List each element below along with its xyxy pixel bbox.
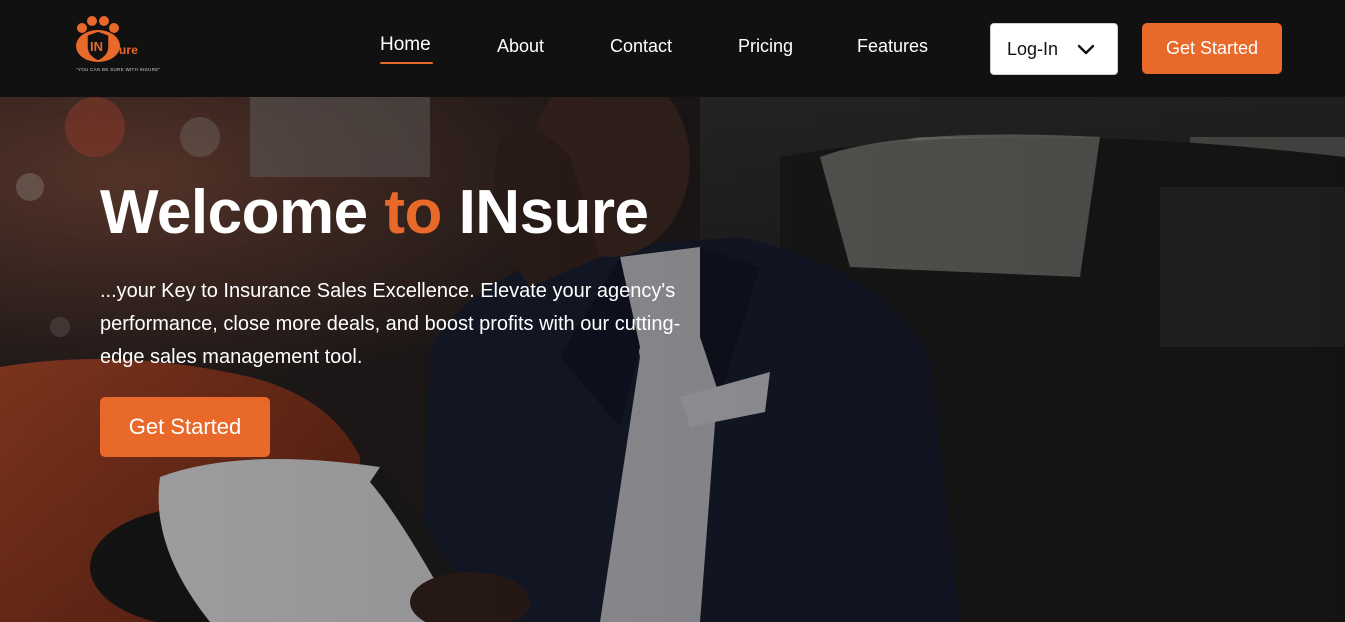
login-dropdown-value: Log-In	[1007, 39, 1059, 59]
nav-active-indicator	[380, 62, 433, 64]
chevron-down-icon	[1077, 44, 1095, 55]
nav-pricing[interactable]: Pricing	[738, 36, 793, 57]
hero-title-part1: Welcome	[100, 178, 368, 247]
nav-about[interactable]: About	[497, 36, 544, 57]
hero-description: ...your Key to Insurance Sales Excellenc…	[100, 280, 681, 368]
navbar: IN sure "YOU CAN BE SURE WITH INSURE" Ho…	[0, 0, 1345, 97]
hero-title-accent: to	[384, 178, 442, 247]
nav-contact[interactable]: Contact	[610, 36, 672, 57]
nav-home[interactable]: Home	[380, 34, 431, 56]
nav-features[interactable]: Features	[857, 36, 928, 57]
brand-logo[interactable]: IN sure "YOU CAN BE SURE WITH INSURE"	[74, 16, 164, 76]
logo-tagline: "YOU CAN BE SURE WITH INSURE"	[76, 67, 161, 72]
nav-get-started-button[interactable]: Get Started	[1142, 23, 1282, 74]
logo-text-sure: sure	[112, 43, 139, 57]
hero-section: Welcome to INsure ...your Key to Insuran…	[0, 97, 1345, 622]
svg-text:IN: IN	[90, 39, 103, 54]
hero-get-started-button[interactable]: Get Started	[100, 397, 270, 457]
hero-title-part2: INsure	[458, 178, 649, 247]
hero-title: Welcome to INsure	[100, 177, 649, 248]
login-dropdown[interactable]: Log-In	[990, 23, 1118, 75]
